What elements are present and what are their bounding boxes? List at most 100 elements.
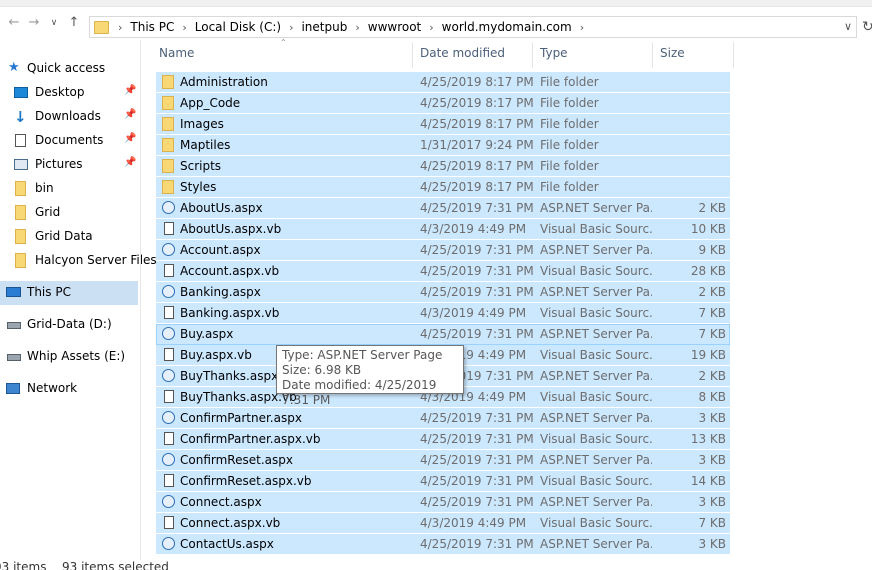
- column-divider[interactable]: [733, 42, 734, 68]
- file-name: AboutUs.aspx: [180, 201, 263, 215]
- file-type: ASP.NET Server Pa...: [540, 537, 652, 551]
- file-row[interactable]: Administration 4/25/2019 8:17 PM File fold…: [156, 72, 730, 93]
- folder-icon: [15, 253, 26, 268]
- nav-item-label: Grid-Data (D:): [27, 317, 112, 331]
- file-row[interactable]: ConfirmPartner.aspx.vb 4/25/2019 7:31 PM V…: [156, 429, 730, 450]
- file-row[interactable]: ConfirmReset.aspx.vb 4/25/2019 7:31 PM Vis…: [156, 471, 730, 492]
- breadcrumb-item[interactable]: inetpub: [301, 20, 347, 34]
- file-type: File folder: [540, 117, 599, 131]
- file-date: 4/25/2019 7:31 PM: [420, 495, 534, 509]
- aspx-globe-icon: [162, 201, 175, 214]
- column-header: Name Date modified Type Size: [156, 42, 734, 68]
- column-divider[interactable]: [412, 42, 413, 68]
- file-name: ConfirmPartner.aspx.vb: [180, 432, 321, 446]
- pin-icon[interactable]: 📌: [124, 157, 136, 168]
- file-row[interactable]: AboutUs.aspx.vb 4/3/2019 4:49 PM Visual Ba…: [156, 219, 730, 240]
- recent-locations-chevron-icon[interactable]: ∨: [46, 15, 62, 31]
- nav-item-label: Grid Data: [35, 229, 93, 243]
- breadcrumb-separator-icon[interactable]: ›: [118, 21, 122, 34]
- breadcrumb-separator-icon[interactable]: ›: [429, 21, 433, 34]
- nav-item-pictures[interactable]: Pictures 📌: [0, 153, 140, 177]
- file-name: Buy.aspx: [180, 327, 234, 341]
- breadcrumb-item[interactable]: This PC: [130, 20, 174, 34]
- pin-icon[interactable]: 📌: [124, 85, 136, 96]
- column-date-modified[interactable]: Date modified: [420, 46, 505, 60]
- breadcrumb-separator-icon[interactable]: ›: [580, 21, 584, 34]
- breadcrumb-item[interactable]: wwwroot: [368, 20, 422, 34]
- nav-item-network[interactable]: Network: [0, 377, 140, 401]
- file-row[interactable]: Buy.aspx 4/25/2019 7:31 PM ASP.NET Server …: [156, 324, 730, 345]
- file-row[interactable]: Maptiles 1/31/2017 9:24 PM File folder: [156, 135, 730, 156]
- forward-arrow-icon[interactable]: →: [26, 15, 42, 31]
- file-row[interactable]: Connect.aspx.vb 4/3/2019 4:49 PM Visual Ba…: [156, 513, 730, 534]
- file-row[interactable]: ConfirmPartner.aspx 4/25/2019 7:31 PM ASP.…: [156, 408, 730, 429]
- nav-item-quick-access[interactable]: ★ Quick access: [0, 57, 140, 81]
- breadcrumb-item[interactable]: world.mydomain.com: [442, 20, 572, 34]
- nav-item-downloads[interactable]: ↓ Downloads 📌: [0, 105, 140, 129]
- file-row[interactable]: App_Code 4/25/2019 8:17 PM File folder: [156, 93, 730, 114]
- selected-count: 93 items selected: [62, 560, 169, 570]
- nav-item-drive-d[interactable]: Grid-Data (D:): [0, 313, 140, 337]
- nav-item-this-pc[interactable]: This PC: [0, 281, 138, 305]
- nav-item-folder[interactable]: bin: [0, 177, 140, 201]
- nav-item-folder[interactable]: Grid: [0, 201, 140, 225]
- file-row[interactable]: Scripts 4/25/2019 8:17 PM File folder: [156, 156, 730, 177]
- nav-item-desktop[interactable]: Desktop 📌: [0, 81, 140, 105]
- file-name: ConfirmReset.aspx: [180, 453, 293, 467]
- file-row[interactable]: Account.aspx 4/25/2019 7:31 PM ASP.NET Ser…: [156, 240, 730, 261]
- aspx-globe-icon: [162, 243, 175, 256]
- nav-item-drive-e[interactable]: Whip Assets (E:): [0, 345, 140, 369]
- folder-icon: [15, 229, 26, 244]
- file-date: 4/3/2019 4:49 PM: [420, 306, 527, 320]
- file-name: Account.aspx.vb: [180, 264, 280, 278]
- file-type: File folder: [540, 75, 599, 89]
- nav-item-label: Desktop: [35, 85, 85, 99]
- file-row[interactable]: Account.aspx.vb 4/25/2019 7:31 PM Visual B…: [156, 261, 730, 282]
- file-size: 19 KB: [690, 348, 726, 362]
- file-row[interactable]: ContactUs.aspx 4/25/2019 7:31 PM ASP.NET S…: [156, 534, 730, 555]
- pane-divider[interactable]: [140, 40, 141, 560]
- pin-icon[interactable]: 📌: [124, 133, 136, 144]
- nav-item-documents[interactable]: Documents 📌: [0, 129, 140, 153]
- file-row[interactable]: Connect.aspx 4/25/2019 7:31 PM ASP.NET Ser…: [156, 492, 730, 513]
- column-divider[interactable]: [532, 42, 533, 68]
- file-row[interactable]: ConfirmReset.aspx 4/25/2019 7:31 PM ASP.NE…: [156, 450, 730, 471]
- back-arrow-icon[interactable]: ←: [6, 15, 22, 31]
- file-row[interactable]: Images 4/25/2019 8:17 PM File folder: [156, 114, 730, 135]
- folder-icon: [162, 75, 174, 89]
- breadcrumb-separator-icon[interactable]: ›: [182, 21, 186, 34]
- tooltip-type: Type: ASP.NET Server Page: [282, 348, 443, 362]
- nav-item-folder[interactable]: Grid Data: [0, 225, 140, 249]
- refresh-icon[interactable]: ↻: [862, 19, 872, 35]
- file-row[interactable]: Banking.aspx 4/25/2019 7:31 PM ASP.NET Ser…: [156, 282, 730, 303]
- file-date: 4/25/2019 7:31 PM: [420, 453, 534, 467]
- address-dropdown-icon[interactable]: ∨: [844, 20, 852, 33]
- file-date: 4/25/2019 7:31 PM: [420, 264, 534, 278]
- column-name[interactable]: Name: [159, 46, 194, 60]
- column-type[interactable]: Type: [540, 46, 568, 60]
- pin-icon[interactable]: 📌: [124, 109, 136, 120]
- breadcrumb-separator-icon[interactable]: ›: [355, 21, 359, 34]
- file-row[interactable]: Styles 4/25/2019 8:17 PM File folder: [156, 177, 730, 198]
- breadcrumb-separator-icon[interactable]: ›: [289, 21, 293, 34]
- file-type: ASP.NET Server Pa...: [540, 285, 652, 299]
- aspx-globe-icon: [162, 411, 175, 424]
- column-divider[interactable]: [652, 42, 653, 68]
- file-size: 2 KB: [698, 201, 726, 215]
- aspx-globe-icon: [162, 369, 175, 382]
- star-icon: ★: [8, 60, 20, 75]
- breadcrumb-item[interactable]: Local Disk (C:): [195, 20, 281, 34]
- column-size[interactable]: Size: [660, 46, 685, 60]
- drive-icon: [7, 354, 21, 361]
- address-bar[interactable]: › This PC › Local Disk (C:) › inetpub › wwwroot…: [89, 16, 857, 38]
- file-date: 4/3/2019 4:49 PM: [420, 516, 527, 530]
- file-size: 28 KB: [690, 264, 726, 278]
- aspx-globe-icon: [162, 285, 175, 298]
- file-tooltip: Type: ASP.NET Server Page Size: 6.98 KB …: [276, 345, 464, 407]
- nav-item-folder[interactable]: Halcyon Server Files: [0, 249, 157, 273]
- file-row[interactable]: Banking.aspx.vb 4/3/2019 4:49 PM Visual Ba…: [156, 303, 730, 324]
- up-arrow-icon[interactable]: ↑: [66, 15, 82, 31]
- item-count: 93 items: [0, 560, 47, 570]
- file-row[interactable]: AboutUs.aspx 4/25/2019 7:31 PM ASP.NET Ser…: [156, 198, 730, 219]
- file-date: 4/25/2019 7:31 PM: [420, 327, 534, 341]
